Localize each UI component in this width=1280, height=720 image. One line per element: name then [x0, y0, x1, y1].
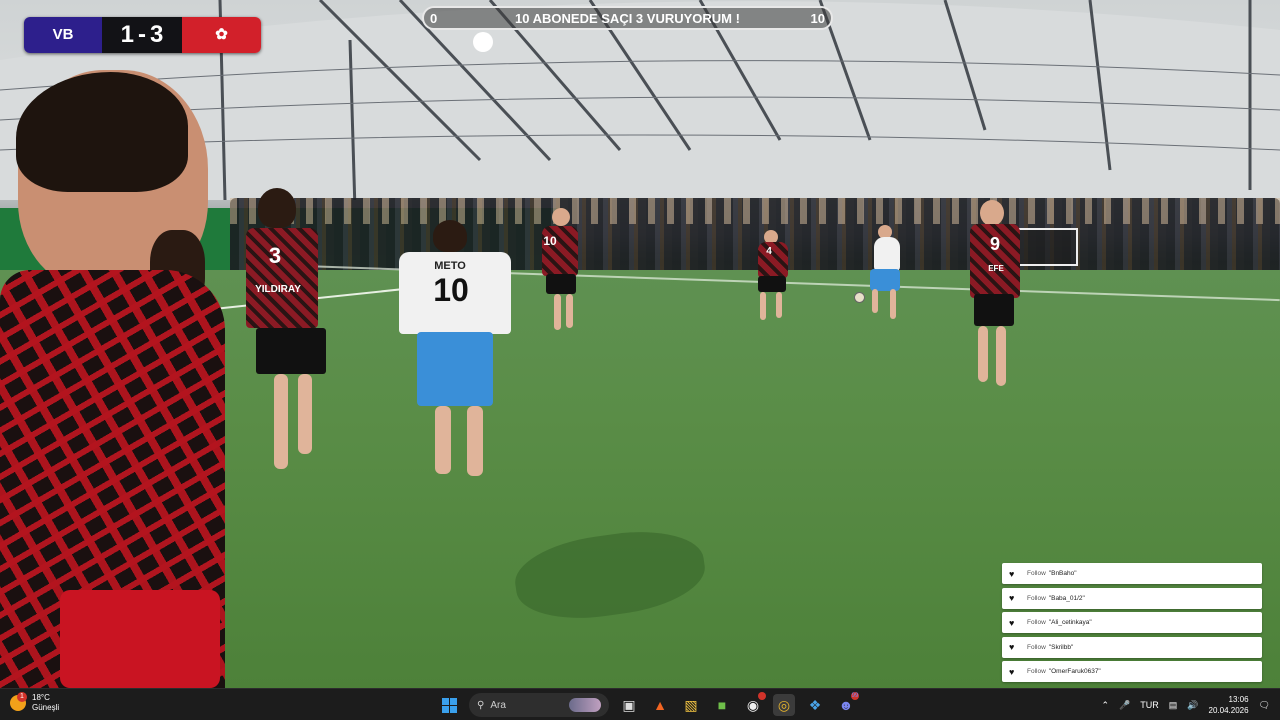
player-red-9: 9 EFE [960, 200, 1030, 395]
heart-icon: ♥ [1009, 593, 1015, 603]
home-team-crest-icon: VB [52, 26, 74, 43]
follow-alert: ♥ Follow "Skrilbb" [1002, 636, 1262, 658]
weather-badge: 1 [17, 692, 27, 702]
player-red-10: 10 [540, 208, 590, 333]
windows-start-icon[interactable] [438, 694, 460, 716]
volume-icon[interactable]: 🔊 [1187, 700, 1198, 711]
jersey-number: 9 [989, 234, 1000, 254]
jersey-number: 3 [268, 243, 282, 268]
jersey-name: EFE [988, 264, 1004, 273]
player-white-opponent [860, 225, 905, 325]
follow-alert: ♥ Follow "BnBaho" [1002, 563, 1262, 584]
alert-prefix: Follow [1027, 570, 1046, 577]
alert-user: "Skrilbb" [1048, 643, 1074, 651]
player-red-3: 3 YILDIRAY [240, 188, 350, 478]
heart-icon: ♥ [1009, 617, 1015, 628]
weather-condition: Güneşli [32, 703, 60, 712]
scoreboard: VB 1 - 3 ✿ [24, 17, 261, 53]
jersey-number: 4 [766, 246, 772, 257]
windows-taskbar: 1 18°C Güneşli ⚲ Ara ▣ ▲ ▧ ■ ◉ ◎ ❖ ☻ 99 ⌃… [0, 688, 1280, 720]
score-display: 1 - 3 [102, 17, 182, 53]
home-score: 1 [120, 21, 134, 48]
alert-user: "OmerFaruk0637" [1048, 668, 1101, 675]
clock[interactable]: 13:06 20.04.2026 [1209, 694, 1249, 716]
minecraft-icon[interactable]: ■ [711, 694, 733, 716]
weather-temp: 18°C [32, 693, 50, 702]
goal-title: 10 ABONEDE SAÇI 3 VURUYORUM ! [515, 11, 740, 26]
alert-prefix: Follow [1027, 619, 1046, 626]
notification-dot [758, 692, 766, 700]
alert-user: "Ali_cetinkaya" [1048, 619, 1092, 626]
taskbar-search[interactable]: ⚲ Ara [469, 693, 609, 717]
jersey-name: METO [434, 260, 466, 272]
away-team: ✿ [182, 17, 261, 53]
weather-widget[interactable]: 1 18°C Güneşli [10, 692, 60, 713]
alert-user: "BnBaho" [1048, 570, 1077, 577]
taskbar-apps: ⚲ Ara ▣ ▲ ▧ ■ ◉ ◎ ❖ ☻ 99 [438, 692, 859, 717]
home-team: VB [24, 17, 102, 53]
search-placeholder: Ara [490, 699, 506, 711]
follow-alert: ♥ Follow "OmerFaruk0637" [1002, 661, 1262, 682]
obs-icon[interactable]: ◉ [742, 692, 766, 716]
file-explorer-icon[interactable]: ▧ [680, 694, 702, 716]
follow-alert: ♥ Follow "Baba_01/2" [1002, 587, 1262, 609]
jersey-number: 10 [543, 234, 557, 248]
foreground-player [0, 70, 230, 688]
alert-prefix: Follow [1027, 594, 1046, 602]
subscriber-goal-bar: 0 10 ABONEDE SAÇI 3 VURUYORUM ! 10 [422, 6, 833, 30]
jersey-name: YILDIRAY [255, 284, 301, 295]
heart-icon: ♥ [1009, 666, 1015, 677]
chevron-up-icon[interactable]: ⌃ [1102, 700, 1110, 711]
language-indicator[interactable]: TUR [1140, 700, 1159, 710]
microphone-icon[interactable]: 🎤 [1119, 700, 1130, 711]
chrome-icon[interactable]: ◎ [773, 694, 795, 716]
blue-app-icon[interactable]: ❖ [804, 694, 826, 716]
network-icon[interactable]: ▤ [1169, 700, 1178, 711]
heart-icon: ♥ [1009, 568, 1015, 579]
clock-time: 13:06 [1228, 695, 1249, 704]
system-tray: ⌃ 🎤 TUR ▤ 🔊 13:06 20.04.2026 🗨 [1102, 689, 1270, 720]
player-red-4: 4 [750, 230, 795, 325]
clock-date: 20.04.2026 [1208, 706, 1249, 715]
football [854, 292, 865, 303]
score-separator: - [138, 21, 146, 48]
brave-browser-icon[interactable]: ▲ [649, 694, 671, 716]
alert-prefix: Follow [1027, 668, 1046, 675]
away-team-crest-icon: ✿ [215, 26, 228, 43]
sun-icon: 1 [10, 692, 27, 711]
heart-icon: ♥ [1009, 642, 1015, 652]
jersey-number: 10 [433, 272, 469, 308]
follow-alerts: ♥ Follow "BnBaho" ♥ Follow "Baba_01/2" ♥… [1002, 563, 1262, 686]
discord-icon[interactable]: ☻ 99 [835, 692, 859, 716]
search-icon: ⚲ [477, 699, 485, 711]
search-highlight-image [569, 698, 601, 712]
discord-badge: 99 [851, 692, 859, 700]
alert-prefix: Follow [1027, 643, 1046, 651]
player-white-10: METO 10 [395, 220, 520, 485]
goal-target: 10 [810, 11, 825, 26]
follow-alert: ♥ Follow "Ali_cetinkaya" [1002, 612, 1262, 633]
task-view-icon[interactable]: ▣ [618, 694, 640, 716]
notification-icon[interactable]: 🗨 [1259, 700, 1270, 711]
away-score: 3 [150, 21, 164, 48]
alert-user: "Baba_01/2" [1048, 594, 1085, 602]
